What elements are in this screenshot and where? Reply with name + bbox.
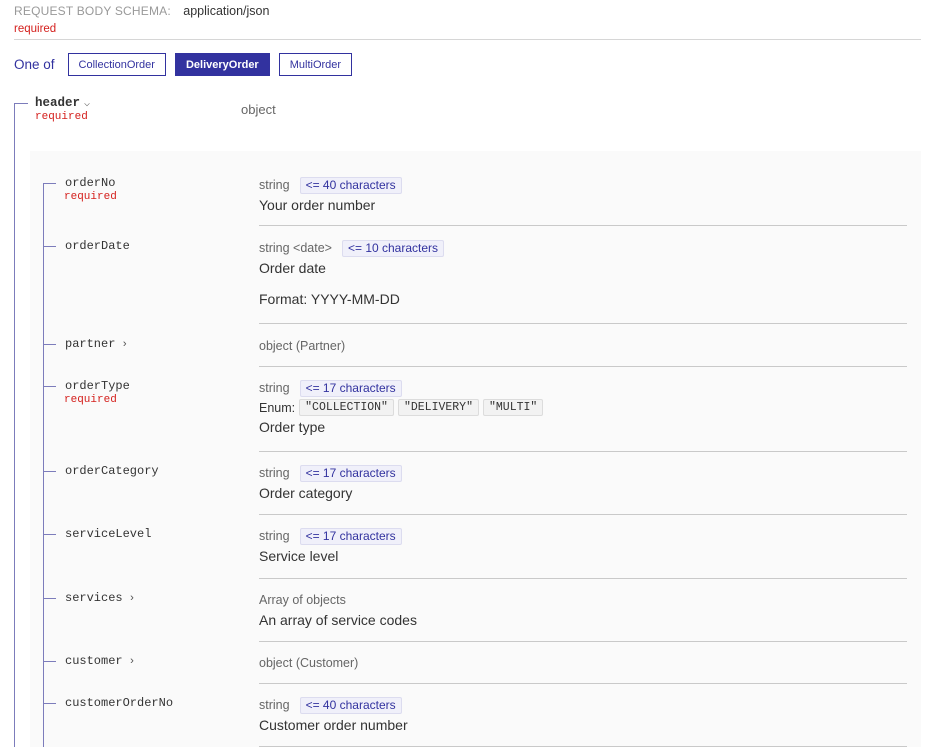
property-type: string <date>	[259, 241, 332, 255]
property-name-expandable[interactable]: partner ›	[65, 337, 128, 351]
property-description: Array of objects An array of service cod…	[259, 591, 907, 628]
enum-value: "MULTI"	[482, 399, 544, 416]
property-description: string <= 17 characters Enum: "COLLECTIO…	[259, 379, 907, 435]
enum-value: "DELIVERY"	[397, 399, 479, 416]
description-text: Order date	[259, 260, 326, 276]
one-of-multiorder-button[interactable]: MultiOrder	[278, 53, 353, 76]
property-description: object (Partner)	[259, 337, 907, 355]
tree-branch	[43, 246, 56, 247]
property-name: customerOrderNo	[65, 696, 174, 710]
constraint-badge: <= 10 characters	[341, 239, 445, 257]
property-name: partner	[65, 337, 116, 351]
tree-branch	[43, 183, 56, 184]
tree-line	[14, 103, 15, 747]
constraint-badge: <= 40 characters	[299, 176, 402, 194]
property-type: Array of objects	[259, 593, 346, 607]
tree-branch	[43, 471, 56, 472]
row-divider	[259, 451, 907, 452]
property-type: string	[259, 381, 290, 395]
property-name: orderNo	[65, 176, 116, 190]
schema-required: required	[14, 23, 57, 35]
property-name: orderType	[65, 379, 130, 393]
divider	[14, 39, 921, 40]
row-divider	[259, 641, 907, 642]
chevron-down-icon[interactable]: ⌵	[84, 98, 90, 110]
schema-label: REQUEST BODY SCHEMA:	[14, 4, 171, 18]
required-label: required	[64, 191, 117, 203]
enum-value: "COLLECTION"	[299, 399, 394, 416]
description-text: An array of service codes	[259, 612, 417, 628]
content-type: application/json	[183, 4, 270, 18]
required-label: required	[35, 111, 88, 123]
property-name: customer	[65, 654, 123, 668]
description-text: Order type	[259, 419, 326, 435]
format-text: Format: YYYY-MM-DD	[259, 291, 400, 307]
property-description: string <date> <= 10 characters Order dat…	[259, 239, 907, 307]
one-of-label: One of	[14, 57, 55, 72]
row-divider	[259, 225, 907, 226]
property-type: string	[259, 466, 290, 480]
constraint-badge: <= 17 characters	[299, 527, 402, 545]
description-text: Customer order number	[259, 717, 408, 733]
one-of-collectionorder-button[interactable]: CollectionOrder	[67, 53, 166, 76]
property-name: orderCategory	[65, 464, 159, 478]
tree-branch	[43, 386, 56, 387]
tree-branch	[14, 103, 28, 104]
property-description: string <= 40 characters Customer order n…	[259, 696, 907, 733]
enum-list: Enum: "COLLECTION" "DELIVERY" "MULTI"	[259, 399, 907, 416]
property-name-expandable[interactable]: customer ›	[65, 654, 135, 668]
request-body-schema: REQUEST BODY SCHEMA: application/json	[14, 4, 269, 18]
one-of-deliveryorder-button[interactable]: DeliveryOrder	[174, 53, 270, 76]
property-name: services	[65, 591, 123, 605]
property-description: object (Customer)	[259, 654, 907, 672]
property-header[interactable]: header ⌵	[35, 96, 90, 110]
required-label: required	[64, 394, 117, 406]
tree-branch	[43, 661, 56, 662]
property-name: serviceLevel	[65, 527, 152, 541]
property-description: string <= 17 characters Order category	[259, 464, 907, 501]
chevron-right-icon[interactable]: ›	[121, 339, 128, 351]
tree-branch	[43, 344, 56, 345]
property-type: object (Customer)	[259, 656, 359, 670]
property-type: object	[241, 102, 276, 117]
one-of-selector: One of CollectionOrder DeliveryOrder Mul…	[14, 53, 361, 76]
constraint-badge: <= 40 characters	[299, 696, 402, 714]
row-divider	[259, 578, 907, 579]
property-type: object (Partner)	[259, 339, 346, 353]
nested-properties-panel: orderNo required string <= 40 characters…	[30, 151, 921, 747]
row-divider	[259, 683, 907, 684]
property-description: string <= 40 characters Your order numbe…	[259, 176, 907, 213]
row-divider	[259, 323, 907, 324]
property-type: string	[259, 529, 290, 543]
row-divider	[259, 514, 907, 515]
chevron-right-icon[interactable]: ›	[129, 656, 136, 668]
property-name: orderDate	[65, 239, 130, 253]
property-name: header	[35, 96, 81, 110]
schema-page: REQUEST BODY SCHEMA: application/json re…	[0, 0, 937, 747]
property-type: string	[259, 698, 290, 712]
tree-branch	[43, 703, 56, 704]
constraint-badge: <= 17 characters	[299, 379, 402, 397]
tree-branch	[43, 534, 56, 535]
enum-label: Enum:	[259, 400, 296, 415]
constraint-badge: <= 17 characters	[299, 464, 402, 482]
property-type: string	[259, 178, 290, 192]
property-description: string <= 17 characters Service level	[259, 527, 907, 564]
tree-line	[43, 183, 44, 747]
property-name-expandable[interactable]: services ›	[65, 591, 135, 605]
description-text: Your order number	[259, 197, 376, 213]
description-text: Order category	[259, 485, 353, 501]
description-text: Service level	[259, 548, 339, 564]
chevron-right-icon[interactable]: ›	[129, 593, 136, 605]
row-divider	[259, 366, 907, 367]
tree-branch	[43, 598, 56, 599]
